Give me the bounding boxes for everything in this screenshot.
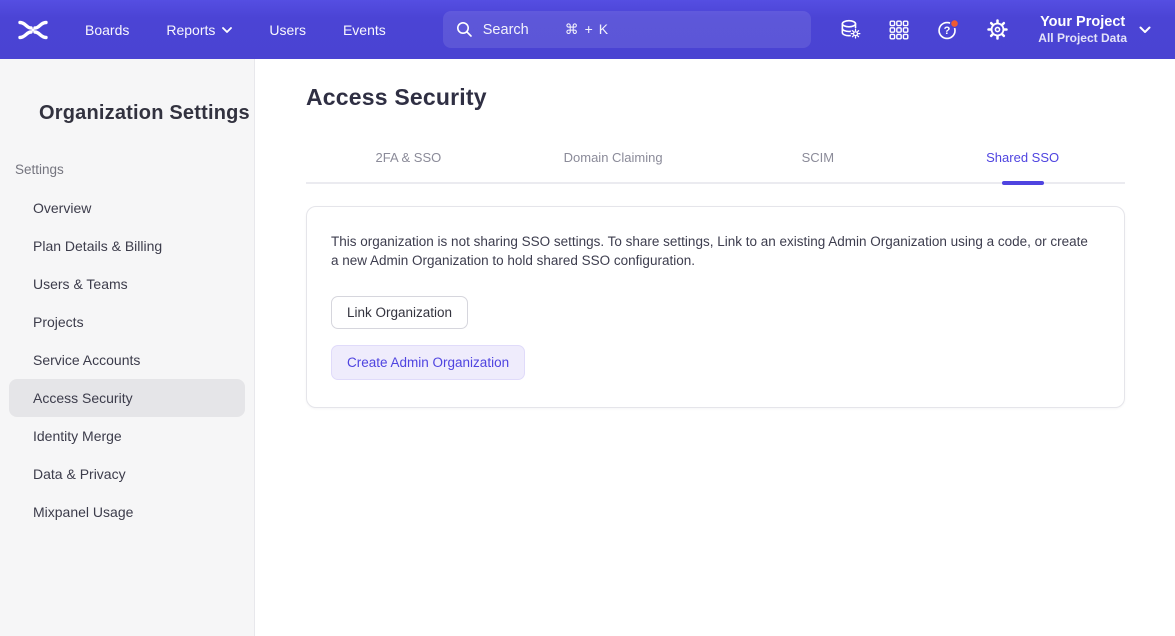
chevron-down-icon [222,27,232,33]
data-management-icon[interactable] [838,18,862,42]
project-names: Your Project All Project Data [1038,13,1127,46]
tab-shared-sso[interactable]: Shared SSO [920,140,1125,182]
nav-item-users[interactable]: Users [269,22,306,38]
top-nav: Boards Reports Users Events ⌘ + K [0,0,1175,59]
org-settings-sidebar: Organization Settings Settings Overview … [0,59,255,636]
svg-text:?: ? [944,25,951,37]
create-admin-organization-button[interactable]: Create Admin Organization [331,345,525,380]
sidebar-item-overview[interactable]: Overview [9,189,245,227]
notification-dot [951,19,959,27]
tab-2fa-sso[interactable]: 2FA & SSO [306,140,511,182]
sidebar-item-users-teams[interactable]: Users & Teams [9,265,245,303]
settings-gear-icon[interactable] [985,18,1009,42]
sidebar-item-identity-merge[interactable]: Identity Merge [9,417,245,455]
sidebar-item-projects[interactable]: Projects [9,303,245,341]
nav-item-label: Boards [85,22,129,38]
sidebar-item-data-privacy[interactable]: Data & Privacy [9,455,245,493]
sidebar-item-mixpanel-usage[interactable]: Mixpanel Usage [9,493,245,531]
page-title: Access Security [306,84,1125,111]
shared-sso-card: This organization is not sharing SSO set… [306,206,1125,408]
main-content: Access Security 2FA & SSO Domain Claimin… [255,59,1175,636]
sidebar-title: Organization Settings [39,102,254,125]
sidebar-item-plan-details-billing[interactable]: Plan Details & Billing [9,227,245,265]
search-input[interactable]: ⌘ + K [443,11,811,48]
tab-bar: 2FA & SSO Domain Claiming SCIM Shared SS… [306,140,1125,184]
sidebar-section-label: Settings [15,162,254,177]
help-icon[interactable]: ? [936,18,960,42]
mixpanel-logo-icon[interactable] [18,19,48,41]
nav-item-reports[interactable]: Reports [166,22,232,38]
sidebar-item-access-security[interactable]: Access Security [9,379,245,417]
shared-sso-description: This organization is not sharing SSO set… [331,232,1099,270]
nav-item-label: Reports [166,22,215,38]
search-icon [456,21,473,38]
chevron-down-icon [1139,26,1151,34]
nav-item-boards[interactable]: Boards [85,22,129,38]
tab-scim[interactable]: SCIM [716,140,921,182]
project-switcher[interactable]: Your Project All Project Data [1038,13,1151,46]
nav-item-label: Events [343,22,386,38]
sidebar-nav: Overview Plan Details & Billing Users & … [0,189,254,531]
project-name: Your Project [1038,13,1127,31]
search-field[interactable] [483,22,555,38]
nav-item-label: Users [269,22,306,38]
project-scope: All Project Data [1038,31,1127,46]
apps-grid-icon[interactable] [887,18,911,42]
sidebar-item-service-accounts[interactable]: Service Accounts [9,341,245,379]
primary-nav: Boards Reports Users Events [85,22,386,38]
tab-domain-claiming[interactable]: Domain Claiming [511,140,716,182]
nav-item-events[interactable]: Events [343,22,386,38]
link-organization-button[interactable]: Link Organization [331,296,468,329]
nav-right-group: ? Your Project All Project Data [838,13,1151,46]
search-shortcut-hint: ⌘ + K [565,21,609,38]
